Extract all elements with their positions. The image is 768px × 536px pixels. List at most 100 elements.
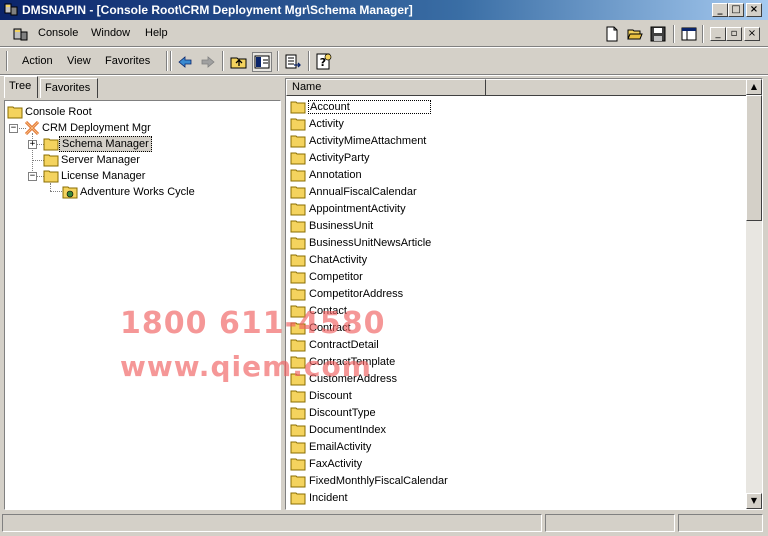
toolbar-separator [308,51,310,71]
list-item-label: AnnualFiscalCalendar [309,185,417,198]
console-menu-icon[interactable] [13,26,29,42]
tree-label: Console Root [25,106,92,118]
console-window-icon[interactable] [681,26,697,42]
up-folder-icon[interactable] [230,53,248,71]
list-item-label: Account [308,99,431,114]
scroll-up-button[interactable]: ▲ [746,79,762,95]
close-button[interactable]: × [746,3,762,17]
list-item[interactable]: FixedMonthlyFiscalCalendar [290,472,449,489]
status-panel-2 [545,514,675,532]
folder-icon [290,475,306,487]
folder-icon [290,424,306,436]
list-item[interactable]: Activity [290,115,345,132]
tree-node-server-manager[interactable]: Server Manager [43,152,142,168]
list-item[interactable]: AnnualFiscalCalendar [290,183,418,200]
title-bar[interactable]: DMSNAPIN - [Console Root\CRM Deployment … [0,0,768,20]
list-item[interactable]: AppointmentActivity [290,200,407,217]
list-item[interactable]: ActivityParty [290,149,371,166]
back-arrow-icon[interactable] [177,54,193,70]
list-item-label: AppointmentActivity [309,202,406,215]
list-item-label: Discount [309,389,352,402]
tree-label: Adventure Works Cycle [80,186,195,198]
tab-tree[interactable]: Tree [4,76,38,98]
list-item[interactable]: CompetitorAddress [290,285,404,302]
show-hide-tree-button[interactable] [252,52,272,72]
new-icon[interactable] [604,26,620,42]
folder-icon [43,170,59,183]
folder-icon [290,118,306,130]
folder-icon [290,254,306,266]
tree-node-crm-deployment-mgr[interactable]: CRM Deployment Mgr [24,120,153,136]
scroll-down-button[interactable]: ▼ [746,493,762,509]
app-icon [4,3,18,16]
folder-icon [290,203,306,215]
menu-window[interactable]: Window [91,27,130,39]
toolbar-separator [702,25,704,43]
status-panel-3 [678,514,763,532]
list-item-label: Incident [309,491,348,504]
collapse-toggle[interactable]: − [28,172,37,181]
list-item-label: Annotation [309,168,362,181]
list-item[interactable]: DiscountType [290,404,377,421]
toolbar-separator [673,25,675,43]
folder-icon [290,441,306,453]
forward-arrow-icon[interactable] [200,54,216,70]
list-item[interactable]: FaxActivity [290,455,363,472]
list-item-label: EmailActivity [309,440,372,453]
minimize-button[interactable]: _ [712,3,728,17]
tree-node-console-root[interactable]: Console Root [7,104,94,120]
maximize-button[interactable]: □ [728,3,744,17]
list-item[interactable]: DocumentIndex [290,421,387,438]
menu-favorites[interactable]: Favorites [105,55,150,67]
list-item-label: DiscountType [309,406,376,419]
collapse-toggle[interactable]: − [9,124,18,133]
tree-node-adventure-works-cycle[interactable]: Adventure Works Cycle [62,184,197,200]
child-restore-button[interactable]: ▫ [726,27,742,41]
column-header-name[interactable]: Name [286,79,486,96]
menu-help[interactable]: Help [145,27,168,39]
list-item[interactable]: Discount [290,387,353,404]
tab-favorites[interactable]: Favorites [40,78,98,98]
status-bar [0,512,768,536]
column-header: Name [286,79,746,96]
tree-node-schema-manager[interactable]: Schema Manager [43,136,152,152]
folder-icon [290,288,306,300]
list-item[interactable]: BusinessUnitNewsArticle [290,234,432,251]
expand-toggle[interactable]: + [28,140,37,149]
menu-action[interactable]: Action [22,55,53,67]
folder-icon [290,271,306,283]
watermark-url: www.qiem.com [120,350,372,383]
child-minimize-button[interactable]: _ [710,27,726,41]
folder-icon [290,458,306,470]
list-item[interactable]: BusinessUnit [290,217,374,234]
list-pane[interactable]: Name Account Activity ActivityMimeAttachme… [285,78,763,510]
folder-icon [290,152,306,164]
export-list-icon[interactable] [284,53,302,71]
vertical-scrollbar[interactable]: ▲ ▼ [746,79,762,509]
folder-icon [290,169,306,181]
menu-console[interactable]: Console [38,27,78,39]
list-item-label: ChatActivity [309,253,368,266]
window-title: DMSNAPIN - [Console Root\CRM Deployment … [22,3,413,17]
menu-view[interactable]: View [67,55,91,67]
list-item[interactable]: Annotation [290,166,363,183]
scroll-thumb[interactable] [746,95,762,221]
list-item[interactable]: EmailActivity [290,438,372,455]
list-item-label: DocumentIndex [309,423,387,436]
tree-node-license-manager[interactable]: License Manager [43,168,147,184]
list-item-label: ActivityParty [309,151,370,164]
toolbar-divider [0,74,768,76]
list-item[interactable]: ActivityMimeAttachment [290,132,427,149]
list-item-label: FaxActivity [309,457,363,470]
folder-icon [290,220,306,232]
list-item[interactable]: ChatActivity [290,251,368,268]
list-item[interactable]: Incident [290,489,349,506]
help-icon[interactable]: ? [315,53,333,71]
open-icon[interactable] [627,26,643,42]
list-item[interactable]: Competitor [290,268,364,285]
list-item[interactable]: Account [290,98,431,115]
save-icon[interactable] [650,26,666,42]
child-close-button[interactable]: × [744,27,760,41]
tree-pane[interactable]: Console Root − CRM Deployment Mgr + Sche… [4,100,281,510]
folder-icon [290,390,306,402]
